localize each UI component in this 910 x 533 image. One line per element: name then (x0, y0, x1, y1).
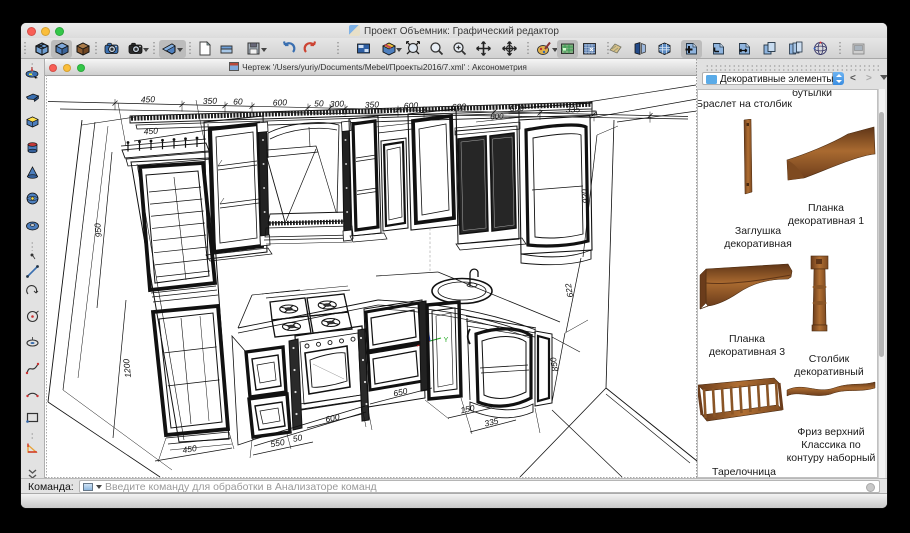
svg-text:1200: 1200 (121, 358, 133, 378)
svg-text:350: 350 (203, 96, 218, 106)
svg-text:Y: Y (444, 337, 449, 344)
svg-text:600: 600 (273, 97, 288, 107)
svg-text:50: 50 (292, 432, 303, 444)
svg-text:450: 450 (182, 443, 198, 455)
svg-text:950: 950 (92, 222, 103, 237)
svg-text:150: 150 (460, 403, 476, 416)
svg-text:450: 450 (143, 126, 158, 137)
svg-text:650: 650 (392, 386, 408, 399)
svg-text:550: 550 (270, 437, 286, 449)
svg-text:300: 300 (330, 99, 345, 109)
svg-text:335: 335 (483, 416, 499, 429)
svg-text:450: 450 (141, 94, 156, 104)
svg-text:600: 600 (490, 112, 504, 122)
svg-text:50: 50 (314, 98, 324, 108)
svg-text:920: 920 (579, 188, 590, 203)
svg-text:622: 622 (563, 282, 575, 298)
svg-text:600: 600 (325, 412, 341, 425)
svg-text:60: 60 (233, 96, 243, 106)
